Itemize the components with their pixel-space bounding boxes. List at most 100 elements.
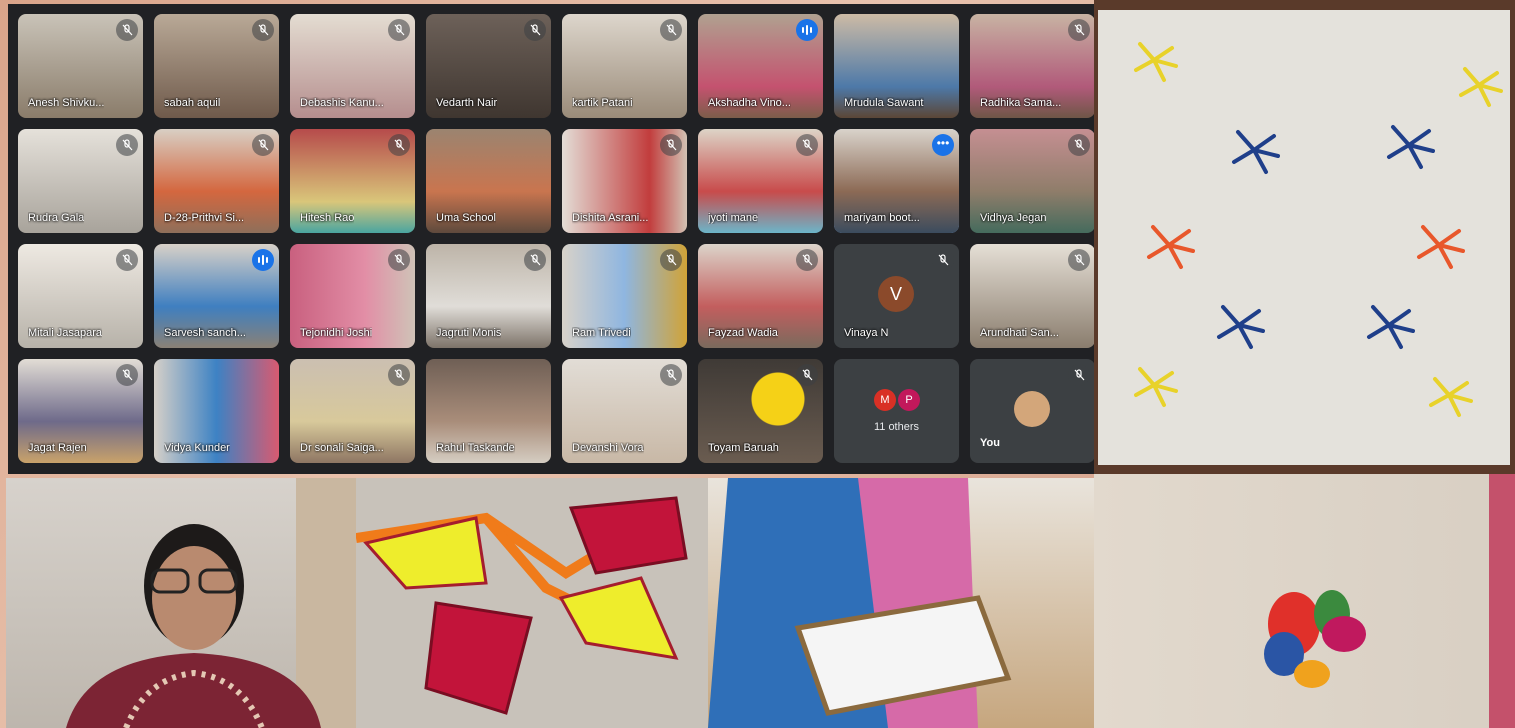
mic-off-icon bbox=[252, 134, 274, 156]
participant-name: Akshadha Vino... bbox=[708, 97, 791, 109]
participant-tile[interactable]: Vedarth Nair bbox=[426, 14, 551, 118]
mic-off-icon bbox=[932, 249, 954, 271]
more-options-icon[interactable]: ••• bbox=[932, 134, 954, 156]
mic-off-icon bbox=[660, 249, 682, 271]
participant-name: Uma School bbox=[436, 212, 496, 224]
mic-off-icon bbox=[116, 134, 138, 156]
participant-tile[interactable]: Dishita Asrani... bbox=[562, 129, 687, 233]
spray-art-image bbox=[1264, 474, 1515, 728]
mic-off-icon bbox=[660, 19, 682, 41]
mic-off-icon bbox=[660, 134, 682, 156]
participant-tile[interactable]: Rahul Taskande bbox=[426, 359, 551, 463]
participant-tile[interactable]: Rudra Gala bbox=[18, 129, 143, 233]
participant-tile[interactable]: Devanshi Vora bbox=[562, 359, 687, 463]
mic-off-icon bbox=[796, 249, 818, 271]
avatar: M bbox=[874, 389, 896, 411]
participant-name: Jagruti Monis bbox=[436, 327, 502, 339]
mic-off-icon bbox=[388, 249, 410, 271]
mic-off-icon bbox=[116, 364, 138, 386]
participant-tile[interactable]: Vidya Kunder bbox=[154, 359, 279, 463]
participant-tile[interactable]: Uma School bbox=[426, 129, 551, 233]
avatar: V bbox=[878, 276, 914, 312]
participant-tile[interactable]: Fayzad Wadia bbox=[698, 244, 823, 348]
participant-tile[interactable]: Mitali Jasapara bbox=[18, 244, 143, 348]
participant-name: Vidya Kunder bbox=[164, 442, 230, 454]
participant-tile[interactable]: Mrudula Sawant bbox=[834, 14, 959, 118]
participant-tile[interactable]: Jagat Rajen bbox=[18, 359, 143, 463]
participant-tile[interactable]: Jagruti Monis bbox=[426, 244, 551, 348]
mic-off-icon bbox=[524, 249, 546, 271]
mic-off-icon bbox=[388, 364, 410, 386]
participant-name: Sarvesh sanch... bbox=[164, 327, 246, 339]
meet-grid: Anesh Shivku... sabah aquil Debashis Kan… bbox=[8, 4, 1095, 474]
mic-off-icon bbox=[1068, 249, 1090, 271]
others-count: 11 others bbox=[873, 421, 920, 433]
participant-name: Dr sonali Saiga... bbox=[300, 442, 384, 454]
participant-tile[interactable]: Ram Trivedi bbox=[562, 244, 687, 348]
participant-name: Mitali Jasapara bbox=[28, 327, 102, 339]
participant-name: Tejonidhi Joshi bbox=[300, 327, 373, 339]
mic-off-icon bbox=[660, 364, 682, 386]
participant-name: Rahul Taskande bbox=[436, 442, 515, 454]
presenter-video bbox=[6, 478, 356, 728]
saree-image bbox=[708, 478, 1012, 728]
avatar bbox=[1014, 391, 1050, 427]
participant-name: D-28-Prithvi Si... bbox=[164, 212, 245, 224]
participant-name: Rudra Gala bbox=[28, 212, 85, 224]
mic-off-icon bbox=[388, 134, 410, 156]
participant-tile[interactable]: Tejonidhi Joshi bbox=[290, 244, 415, 348]
participant-name: Devanshi Vora bbox=[572, 442, 644, 454]
mic-off-icon bbox=[388, 19, 410, 41]
participant-name: Hitesh Rao bbox=[300, 212, 355, 224]
participant-tile[interactable]: Hitesh Rao bbox=[290, 129, 415, 233]
participant-name: jyoti mane bbox=[708, 212, 759, 224]
tie-dye-photo bbox=[1094, 0, 1515, 474]
saree-video bbox=[708, 478, 1094, 728]
mic-off-icon bbox=[116, 249, 138, 271]
participant-tile[interactable]: Toyam Baruah bbox=[698, 359, 823, 463]
participant-tile[interactable]: Vidhya Jegan bbox=[970, 129, 1095, 233]
participant-tile[interactable]: Dr sonali Saiga... bbox=[290, 359, 415, 463]
participant-name: Ram Trivedi bbox=[572, 327, 631, 339]
mic-off-icon bbox=[252, 19, 274, 41]
participant-name: Mrudula Sawant bbox=[844, 97, 924, 109]
participant-name: Vedarth Nair bbox=[436, 97, 498, 109]
participant-name: Dishita Asrani... bbox=[572, 212, 649, 224]
participant-name: kartik Patani bbox=[572, 97, 633, 109]
participant-name: Jagat Rajen bbox=[28, 442, 87, 454]
participant-name: Debashis Kanu... bbox=[300, 97, 384, 109]
others-tile[interactable]: M P 11 others bbox=[834, 359, 959, 463]
participant-tile[interactable]: sabah aquil bbox=[154, 14, 279, 118]
participant-name: Anesh Shivku... bbox=[28, 97, 105, 109]
participant-name: Radhika Sama... bbox=[980, 97, 1062, 109]
mic-off-icon bbox=[1068, 134, 1090, 156]
participant-tile[interactable]: Sarvesh sanch... bbox=[154, 244, 279, 348]
mic-off-icon bbox=[524, 19, 546, 41]
participant-tile[interactable]: D-28-Prithvi Si... bbox=[154, 129, 279, 233]
spray-art-photo bbox=[1094, 474, 1515, 728]
participant-name: Vidhya Jegan bbox=[980, 212, 1047, 224]
participant-tile[interactable]: Radhika Sama... bbox=[970, 14, 1095, 118]
participant-tile[interactable]: Debashis Kanu... bbox=[290, 14, 415, 118]
participant-tile[interactable]: jyoti mane bbox=[698, 129, 823, 233]
self-tile[interactable]: You bbox=[970, 359, 1095, 463]
participant-name: mariyam boot... bbox=[844, 212, 920, 224]
participant-name: Arundhati San... bbox=[980, 327, 1059, 339]
participant-name: Fayzad Wadia bbox=[708, 327, 778, 339]
participant-tile[interactable]: ••• mariyam boot... bbox=[834, 129, 959, 233]
participant-tile[interactable]: Arundhati San... bbox=[970, 244, 1095, 348]
participant-tile[interactable]: kartik Patani bbox=[562, 14, 687, 118]
tie-dye-cloth-image bbox=[1098, 10, 1510, 465]
mic-off-icon bbox=[796, 364, 818, 386]
participant-tile[interactable]: V Vinaya N bbox=[834, 244, 959, 348]
participant-name: Toyam Baruah bbox=[708, 442, 779, 454]
self-label: You bbox=[980, 437, 1000, 449]
participant-name: sabah aquil bbox=[164, 97, 221, 109]
mic-off-icon bbox=[116, 19, 138, 41]
mic-off-icon bbox=[796, 134, 818, 156]
mic-off-icon bbox=[1068, 19, 1090, 41]
participant-tile[interactable]: Anesh Shivku... bbox=[18, 14, 143, 118]
speaking-indicator-icon bbox=[796, 19, 818, 41]
participant-tile[interactable]: Akshadha Vino... bbox=[698, 14, 823, 118]
bunting-photo bbox=[356, 478, 708, 728]
